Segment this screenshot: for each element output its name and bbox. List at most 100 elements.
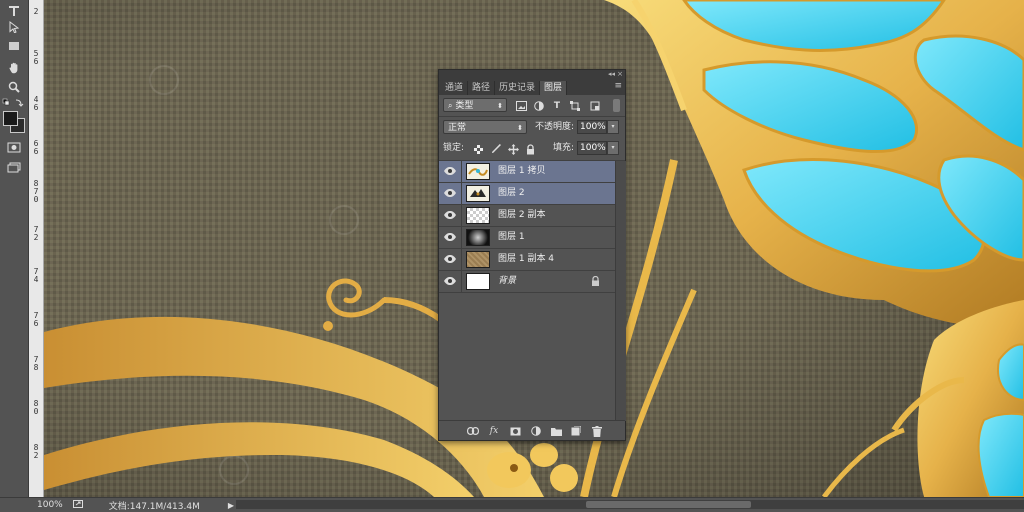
layer-name: 图层 1 拷贝 xyxy=(498,166,546,176)
vertical-ruler: 2 5 6 4 6 6 6 8 7 0 7 2 7 4 7 6 7 8 8 0 … xyxy=(29,0,44,497)
layers-list: 图层 1 拷贝 图层 2 图层 2 副本 图层 1 图层 1 副本 4 背景 xyxy=(439,161,615,293)
zoom-level[interactable]: 100% xyxy=(37,500,63,510)
layer-thumbnail xyxy=(466,163,490,180)
opacity-label: 不透明度: xyxy=(535,122,575,132)
layer-row[interactable]: 图层 2 副本 xyxy=(439,205,615,227)
tab-layers[interactable]: 图层 xyxy=(540,81,568,95)
filter-shape-icon[interactable] xyxy=(569,100,581,112)
panel-tabs: 通道 路径 历史记录 图层 ≡ xyxy=(439,79,625,95)
ruler-label: 6 xyxy=(33,147,39,156)
panel-menu-icon[interactable]: ≡ xyxy=(614,81,622,91)
visibility-eye-icon[interactable] xyxy=(444,210,456,220)
visibility-eye-icon[interactable] xyxy=(444,166,456,176)
layer-row[interactable]: 图层 2 xyxy=(439,183,615,205)
filter-adjustment-icon[interactable] xyxy=(533,100,545,112)
divider xyxy=(461,249,462,270)
hand-tool-icon[interactable] xyxy=(4,58,24,76)
visibility-eye-icon[interactable] xyxy=(444,254,456,264)
export-icon[interactable] xyxy=(72,499,83,511)
layer-thumbnail xyxy=(466,207,490,224)
tab-paths[interactable]: 路径 xyxy=(468,81,496,95)
fill-slider-button[interactable]: ▾ xyxy=(607,141,619,155)
tools-panel xyxy=(0,0,29,497)
layer-row[interactable]: 图层 1 副本 4 xyxy=(439,249,615,271)
link-layers-icon[interactable] xyxy=(467,425,479,437)
divider xyxy=(461,271,462,292)
layer-thumbnail xyxy=(466,251,490,268)
tab-channels[interactable]: 通道 xyxy=(441,81,469,95)
layer-thumbnail xyxy=(466,185,490,202)
collapse-panel-icon[interactable]: ◂◂ xyxy=(608,70,615,79)
layers-panel: ◂◂ × 通道 路径 历史记录 图层 ≡ ⌕ 类型 ⬍ T 正常 ⬍ 不透明度:… xyxy=(438,69,626,441)
fill-field[interactable]: 100% xyxy=(577,141,607,155)
divider xyxy=(461,183,462,204)
scrollbar-thumb[interactable] xyxy=(586,501,751,508)
filter-smart-object-icon[interactable] xyxy=(589,100,601,112)
ruler-label: 8 xyxy=(33,363,39,372)
layers-scrollbar[interactable] xyxy=(615,161,626,421)
chevron-down-icon: ⬍ xyxy=(497,102,503,110)
foreground-color-swatch[interactable] xyxy=(3,111,18,126)
lock-all-icon[interactable] xyxy=(524,143,536,155)
tab-history[interactable]: 历史记录 xyxy=(495,81,541,95)
opacity-slider-button[interactable]: ▾ xyxy=(607,120,619,134)
close-panel-icon[interactable]: × xyxy=(617,70,623,79)
layer-row[interactable]: 图层 1 拷贝 xyxy=(439,161,615,183)
layer-name: 图层 1 xyxy=(498,232,525,242)
ruler-label: 2 xyxy=(33,7,39,16)
ruler-label: 0 xyxy=(33,195,39,204)
zoom-tool-icon[interactable] xyxy=(4,78,24,96)
blend-mode-select[interactable]: 正常 ⬍ xyxy=(443,120,527,134)
visibility-eye-icon[interactable] xyxy=(444,232,456,242)
quick-mask-icon[interactable] xyxy=(4,138,24,156)
document-info: 文档:147.1M/413.4M xyxy=(108,501,200,512)
visibility-eye-icon[interactable] xyxy=(444,188,456,198)
lock-icon xyxy=(592,276,599,286)
divider xyxy=(461,205,462,226)
filter-toggle-switch[interactable] xyxy=(613,99,620,112)
delete-layer-icon[interactable] xyxy=(591,425,603,437)
ruler-label: 0 xyxy=(33,407,39,416)
lock-transparent-icon[interactable] xyxy=(472,143,484,155)
rectangle-tool-icon[interactable] xyxy=(4,37,24,55)
horizontal-scrollbar[interactable] xyxy=(236,500,1024,509)
layer-thumbnail xyxy=(466,229,490,246)
chevron-down-icon: ⬍ xyxy=(517,124,523,132)
new-group-icon[interactable] xyxy=(550,425,562,437)
ruler-label: 6 xyxy=(33,103,39,112)
path-selection-tool-icon[interactable] xyxy=(4,18,24,36)
divider xyxy=(461,161,462,182)
screen-mode-icon[interactable] xyxy=(4,158,24,176)
filter-kind-label: 类型 xyxy=(455,101,474,111)
panel-header-strip[interactable]: ◂◂ × xyxy=(439,70,625,79)
fill-label: 填充: xyxy=(553,143,575,153)
layer-name: 背景 xyxy=(498,276,517,286)
filter-type-icon[interactable]: T xyxy=(551,100,563,112)
layers-bottom-bar: fx xyxy=(439,420,625,440)
new-layer-icon[interactable] xyxy=(570,425,582,437)
ruler-label: 6 xyxy=(33,57,39,66)
filter-pixel-icon[interactable] xyxy=(515,100,527,112)
visibility-eye-icon[interactable] xyxy=(444,276,456,286)
filter-row: ⌕ 类型 ⬍ T xyxy=(439,96,625,116)
filter-kind-select[interactable]: ⌕ 类型 ⬍ xyxy=(443,98,507,112)
layer-style-fx-icon[interactable]: fx xyxy=(488,425,500,437)
lock-position-icon[interactable] xyxy=(507,143,519,155)
layer-row[interactable]: 图层 1 xyxy=(439,227,615,249)
lock-label: 锁定: xyxy=(443,143,465,153)
layer-row[interactable]: 背景 xyxy=(439,271,615,293)
new-adjustment-layer-icon[interactable] xyxy=(530,425,542,437)
layer-name: 图层 2 副本 xyxy=(498,210,546,220)
divider xyxy=(439,116,625,117)
add-mask-icon[interactable] xyxy=(509,425,521,437)
status-menu-arrow-icon[interactable]: ▶ xyxy=(228,501,234,510)
lock-row: 锁定: 填充: 100% ▾ xyxy=(439,139,625,159)
filter-search-icon: ⌕ xyxy=(448,101,453,110)
swap-colors-icon[interactable] xyxy=(2,98,26,108)
ruler-label: 2 xyxy=(33,233,39,242)
ruler-label: 2 xyxy=(33,451,39,460)
layer-name: 图层 2 xyxy=(498,188,525,198)
lock-brush-icon[interactable] xyxy=(490,143,502,155)
layer-thumbnail xyxy=(466,273,490,290)
opacity-field[interactable]: 100% xyxy=(577,120,607,134)
